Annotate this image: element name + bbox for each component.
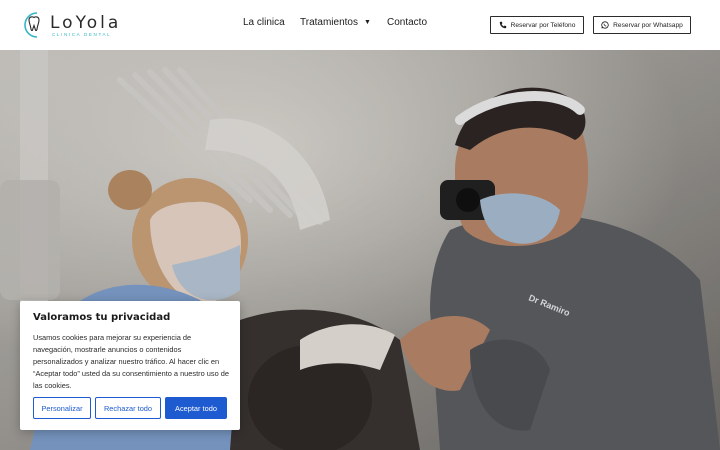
reserve-whatsapp-button[interactable]: Reservar por Whatsapp	[593, 16, 691, 34]
nav-tratamientos-label: Tratamientos	[300, 17, 358, 28]
phone-icon	[499, 21, 506, 29]
cookie-text: Usamos cookies para mejorar su experienc…	[33, 333, 229, 390]
reserve-phone-button[interactable]: Reservar por Teléfono	[490, 16, 584, 34]
nav-contacto[interactable]: Contacto	[387, 17, 427, 28]
logo-subtitle: CLINICA DENTAL	[52, 32, 112, 37]
cookie-accept-button[interactable]: Aceptar todo	[165, 397, 227, 419]
reserve-phone-label: Reservar por Teléfono	[510, 21, 576, 29]
cookie-banner: Valoramos tu privacidad Usamos cookies p…	[20, 301, 240, 430]
reserve-whatsapp-label: Reservar por Whatsapp	[613, 21, 683, 29]
logo[interactable]: LoYola CLINICA DENTAL	[22, 11, 118, 41]
whatsapp-icon	[601, 21, 609, 29]
cookie-customize-button[interactable]: Personalizar	[33, 397, 91, 419]
cookie-button-row: Personalizar Rechazar todo Aceptar todo	[33, 397, 227, 420]
cookie-reject-button[interactable]: Rechazar todo	[95, 397, 161, 419]
nav-tratamientos[interactable]: Tratamientos ▼	[300, 17, 371, 28]
site-header: LoYola CLINICA DENTAL La clinica Tratami…	[0, 0, 720, 50]
cookie-title: Valoramos tu privacidad	[33, 312, 171, 323]
nav-la-clinica[interactable]: La clinica	[243, 17, 285, 28]
caret-down-icon: ▼	[363, 19, 371, 26]
logo-name: LoYola	[50, 13, 122, 33]
tooth-logo-icon	[24, 12, 40, 38]
